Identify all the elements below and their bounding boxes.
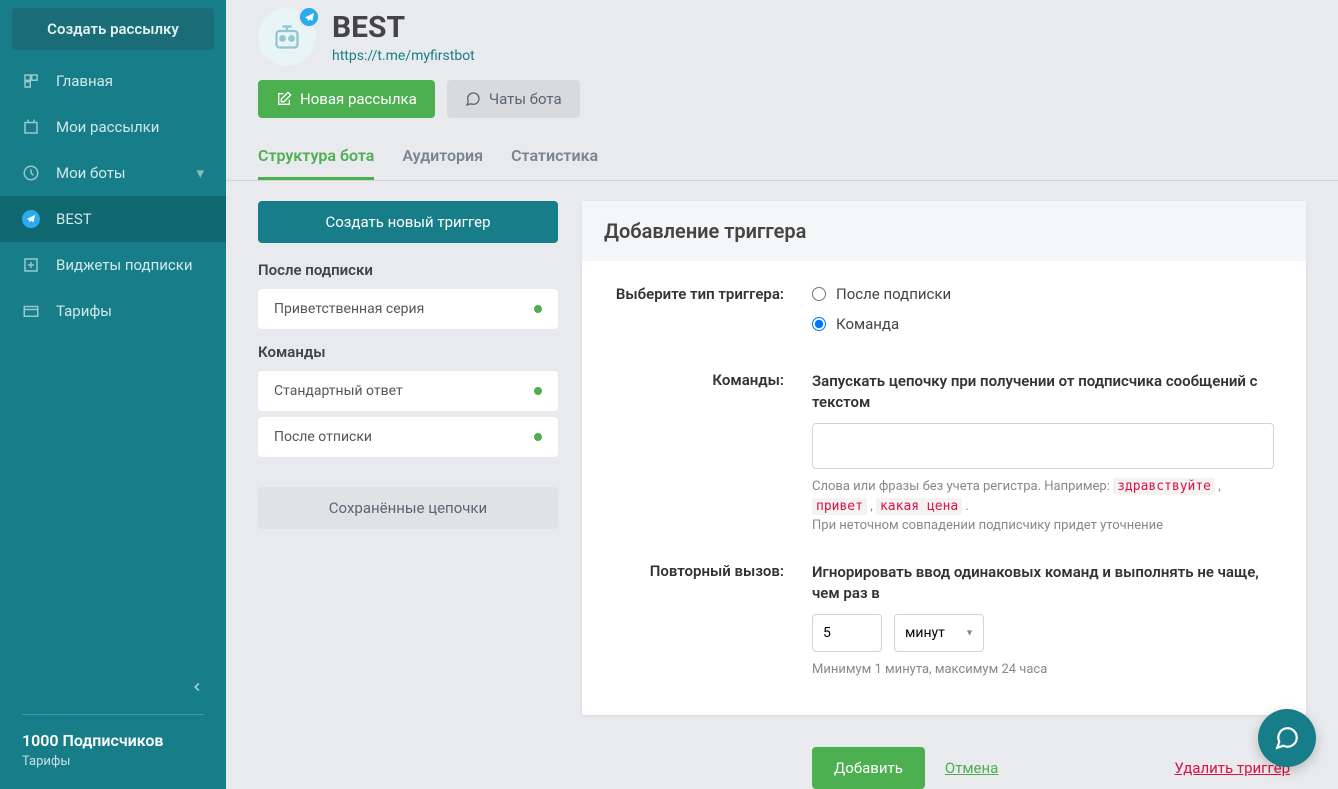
sidebar: Создать рассылку Главная Мои рассылки Мо… — [0, 0, 226, 789]
sidebar-item-tariffs[interactable]: Тарифы — [0, 288, 226, 334]
form-row-commands: Команды: Запускать цепочку при получении… — [614, 371, 1274, 536]
tariffs-icon — [22, 302, 40, 320]
content: Создать новый триггер После подписки При… — [226, 181, 1338, 789]
radio-input[interactable] — [812, 287, 826, 301]
repeat-desc: Игнорировать ввод одинаковых команд и вы… — [812, 562, 1274, 604]
main: BEST https://t.me/myfirstbot Новая рассы… — [226, 0, 1338, 789]
bots-icon — [22, 164, 40, 182]
trigger-label: Приветственная серия — [274, 301, 424, 317]
bot-chats-button[interactable]: Чаты бота — [447, 80, 580, 118]
chat-icon — [465, 91, 481, 107]
commands-desc: Запускать цепочку при получении от подпи… — [812, 371, 1274, 413]
triggers-column: Создать новый триггер После подписки При… — [258, 201, 558, 789]
support-chat-button[interactable] — [1258, 709, 1316, 767]
sidebar-item-label: Тарифы — [56, 302, 112, 320]
chevron-down-icon: ▾ — [196, 164, 204, 182]
trigger-item[interactable]: После отписки — [258, 417, 558, 457]
telegram-icon — [22, 210, 40, 228]
panel-title: Добавление триггера — [604, 219, 1284, 243]
telegram-badge-icon — [298, 6, 320, 28]
type-label: Выберите тип триггера: — [614, 285, 784, 345]
sidebar-item-best[interactable]: BEST — [0, 196, 226, 242]
new-broadcast-button[interactable]: Новая рассылка — [258, 80, 435, 118]
sidebar-item-home[interactable]: Главная — [0, 58, 226, 104]
cancel-link[interactable]: Отмена — [945, 759, 998, 777]
bot-header: BEST https://t.me/myfirstbot — [258, 8, 1306, 66]
status-dot — [534, 433, 542, 441]
action-bar: Добавить Отмена Удалить триггер — [582, 747, 1338, 789]
sidebar-footer: 1000 Подписчиков Тарифы — [0, 671, 226, 789]
sidebar-item-label: Виджеты подписки — [56, 256, 193, 274]
tab-structure[interactable]: Структура бота — [258, 134, 374, 180]
subscribers-count: 1000 Подписчиков — [22, 731, 204, 750]
trigger-label: После отписки — [274, 429, 372, 445]
commands-label: Команды: — [614, 371, 784, 536]
button-label: Новая рассылка — [300, 90, 417, 108]
trigger-item[interactable]: Приветственная серия — [258, 289, 558, 329]
radio-label: После подписки — [836, 285, 951, 303]
radio-after-sub[interactable]: После подписки — [812, 285, 1274, 303]
repeat-unit-select[interactable]: минут — [894, 614, 984, 652]
bot-avatar — [258, 8, 316, 66]
button-label: Чаты бота — [489, 90, 562, 108]
broadcasts-icon — [22, 118, 40, 136]
commands-help: Слова или фразы без учета регистра. Напр… — [812, 477, 1274, 536]
section-title-commands: Команды — [258, 343, 558, 361]
collapse-sidebar-button[interactable] — [22, 671, 204, 706]
repeat-value-input[interactable] — [812, 614, 882, 652]
tariff-link[interactable]: Тарифы — [22, 754, 204, 769]
sidebar-item-label: Мои боты — [56, 164, 126, 182]
tabs: Структура бота Аудитория Статистика — [226, 134, 1338, 181]
panel-header: Добавление триггера — [582, 201, 1306, 261]
bot-link[interactable]: https://t.me/myfirstbot — [332, 48, 475, 64]
repeat-help: Минимум 1 минута, максимум 24 часа — [812, 660, 1274, 680]
robot-icon — [269, 19, 305, 55]
example-code: привет — [812, 498, 867, 515]
add-button[interactable]: Добавить — [812, 747, 925, 789]
widgets-icon — [22, 256, 40, 274]
saved-chains-button[interactable]: Сохранённые цепочки — [258, 487, 558, 529]
trigger-label: Стандартный ответ — [274, 383, 403, 399]
sidebar-item-bots[interactable]: Мои боты ▾ — [0, 150, 226, 196]
header: BEST https://t.me/myfirstbot Новая рассы… — [226, 0, 1338, 134]
radio-input[interactable] — [812, 317, 826, 331]
bot-name: BEST — [332, 10, 475, 45]
status-dot — [534, 387, 542, 395]
form-row-type: Выберите тип триггера: После подписки Ко… — [614, 285, 1274, 345]
status-dot — [534, 305, 542, 313]
sidebar-item-widgets[interactable]: Виджеты подписки — [0, 242, 226, 288]
repeat-label: Повторный вызов: — [614, 562, 784, 680]
create-trigger-button[interactable]: Создать новый триггер — [258, 201, 558, 243]
radio-command[interactable]: Команда — [812, 315, 1274, 333]
form-row-repeat: Повторный вызов: Игнорировать ввод одина… — [614, 562, 1274, 680]
example-code: здравствуйте — [1113, 478, 1215, 495]
sidebar-item-broadcasts[interactable]: Мои рассылки — [0, 104, 226, 150]
sidebar-item-label: Мои рассылки — [56, 118, 159, 136]
radio-label: Команда — [836, 315, 899, 333]
edit-icon — [276, 91, 292, 107]
tab-stats[interactable]: Статистика — [511, 134, 598, 180]
chevron-left-icon — [190, 680, 204, 694]
tab-audience[interactable]: Аудитория — [402, 134, 483, 180]
divider — [22, 714, 204, 715]
chat-bubble-icon — [1274, 725, 1300, 751]
panel-body: Выберите тип триггера: После подписки Ко… — [582, 261, 1306, 713]
example-code: какая цена — [876, 498, 962, 515]
create-broadcast-button[interactable]: Создать рассылку — [12, 8, 214, 50]
home-icon — [22, 72, 40, 90]
trigger-panel: Добавление триггера Выберите тип триггер… — [582, 201, 1306, 715]
header-actions: Новая рассылка Чаты бота — [258, 80, 1306, 118]
sidebar-item-label: Главная — [56, 72, 113, 90]
sidebar-item-label: BEST — [56, 210, 92, 228]
section-title-after-sub: После подписки — [258, 261, 558, 279]
trigger-item[interactable]: Стандартный ответ — [258, 371, 558, 411]
commands-input[interactable] — [812, 423, 1274, 469]
